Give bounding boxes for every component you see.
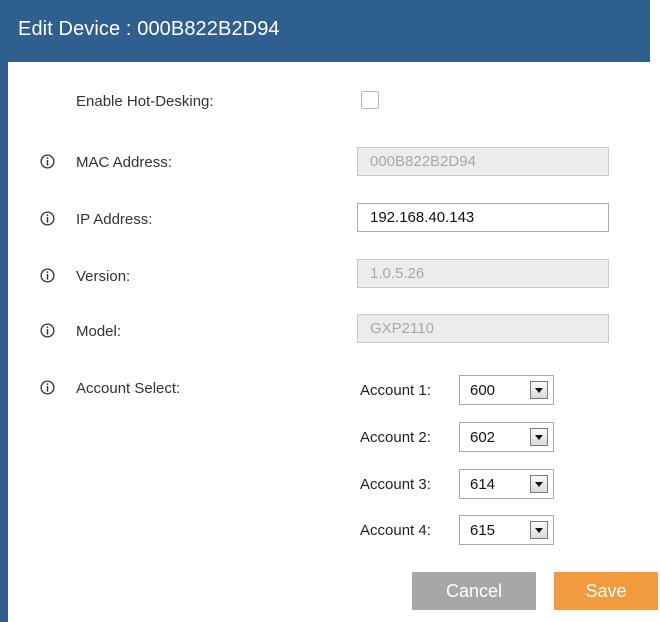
account-1-select[interactable]: 600: [459, 375, 554, 405]
info-icon[interactable]: [40, 154, 55, 169]
dialog-left-border: [0, 0, 8, 622]
version-label: Version:: [76, 268, 131, 285]
mac-address-label: MAC Address:: [76, 154, 172, 171]
account-4-select[interactable]: 615: [459, 515, 554, 545]
chevron-down-icon[interactable]: [530, 381, 548, 399]
info-icon[interactable]: [40, 323, 55, 338]
account-3-label: Account 3:: [360, 476, 431, 493]
account-3-select[interactable]: 614: [459, 469, 554, 499]
info-icon[interactable]: [40, 268, 55, 283]
chevron-down-icon[interactable]: [530, 521, 548, 539]
model-field[interactable]: [357, 314, 609, 343]
cancel-button[interactable]: Cancel: [412, 572, 536, 610]
account-1-value: 600: [470, 382, 496, 399]
dialog-right-edge: [650, 0, 660, 622]
mac-address-field[interactable]: [357, 147, 609, 176]
chevron-down-icon[interactable]: [530, 475, 548, 493]
account-select-label: Account Select:: [76, 380, 181, 397]
ip-address-label: IP Address:: [76, 211, 153, 228]
hot-desking-label: Enable Hot-Desking:: [76, 93, 214, 110]
model-label: Model:: [76, 323, 122, 340]
account-3-value: 614: [470, 476, 496, 493]
account-2-value: 602: [470, 429, 496, 446]
account-2-label: Account 2:: [360, 429, 431, 446]
account-1-label: Account 1:: [360, 382, 431, 399]
chevron-down-icon[interactable]: [530, 428, 548, 446]
account-4-label: Account 4:: [360, 522, 431, 539]
ip-address-field[interactable]: [357, 203, 609, 232]
dialog-title: Edit Device : 000B822B2D94: [18, 18, 280, 40]
account-4-value: 615: [470, 522, 496, 539]
account-2-select[interactable]: 602: [459, 422, 554, 452]
info-icon[interactable]: [40, 380, 55, 395]
version-field[interactable]: [357, 259, 609, 288]
dialog-titlebar: Edit Device : 000B822B2D94: [8, 0, 650, 62]
edit-device-dialog: Edit Device : 000B822B2D94 Enable Hot-De…: [0, 0, 660, 622]
info-icon[interactable]: [40, 211, 55, 226]
hot-desking-checkbox[interactable]: [361, 91, 379, 109]
save-button[interactable]: Save: [554, 572, 658, 610]
